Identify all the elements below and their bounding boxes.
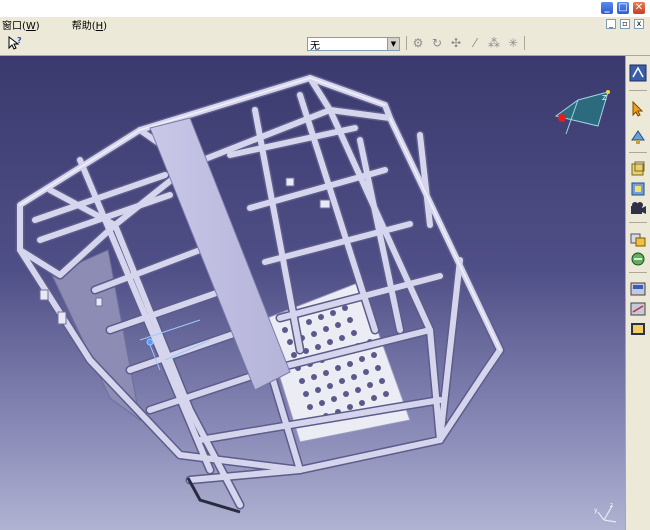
layer-filter-icon[interactable]: ⚙ <box>410 35 426 51</box>
right-toolbar-separator <box>629 152 647 153</box>
menu-help[interactable]: 帮助(H) <box>68 17 111 32</box>
close-button[interactable]: ✕ <box>632 1 646 15</box>
right-toolbar-separator <box>629 222 647 223</box>
menu-help-key: H <box>95 21 104 32</box>
measure-icon[interactable] <box>629 300 647 318</box>
toolbar-separator <box>524 36 525 50</box>
3d-viewport[interactable]: Z z y <box>0 56 625 530</box>
grid-icon[interactable]: ✳ <box>505 35 521 51</box>
doc-minimize-button[interactable]: _ <box>606 19 616 29</box>
minimize-button[interactable]: _ <box>600 1 614 15</box>
doc-close-button[interactable]: x <box>634 19 644 29</box>
layer-select-value: 无 <box>310 40 320 52</box>
help-pointer-icon[interactable]: ? <box>7 35 23 51</box>
camera-icon[interactable] <box>629 200 647 218</box>
toolbar-icon-group: ⚙ ↻ ✣ ⁄ ⁂ ✳ <box>406 35 525 51</box>
point-icon[interactable]: ✣ <box>448 35 464 51</box>
menu-window[interactable]: 窗口(W) <box>0 17 44 32</box>
svg-text:y: y <box>594 507 598 514</box>
top-toolbar: ? 无 ▼ ⚙ ↻ ✣ ⁄ ⁂ ✳ <box>0 32 650 56</box>
curve-icon[interactable]: ↻ <box>429 35 445 51</box>
render-style-icon[interactable] <box>629 180 647 198</box>
svg-text:?: ? <box>17 36 22 45</box>
right-toolbar-separator <box>629 272 647 273</box>
fly-mode-icon[interactable] <box>629 128 647 146</box>
chevron-down-icon[interactable]: ▼ <box>387 38 399 50</box>
select-arrow-icon[interactable] <box>629 100 647 118</box>
center-plate <box>149 117 291 391</box>
svg-text:Z: Z <box>602 94 607 102</box>
title-bar: _ □ ✕ <box>0 0 650 17</box>
catia-logo-icon[interactable] <box>629 64 647 82</box>
line-icon[interactable]: ⁄ <box>467 35 483 51</box>
scatter-icon[interactable]: ⁂ <box>486 35 502 51</box>
axis-system-icon: z y <box>594 502 617 523</box>
doc-window-controls: _ ▫ x <box>606 19 644 29</box>
window-controls: _ □ ✕ <box>600 1 646 15</box>
front-view-icon[interactable] <box>629 160 647 178</box>
svg-text:z: z <box>610 502 613 509</box>
frame-model <box>15 73 505 514</box>
right-toolbar <box>625 56 650 530</box>
layer-select[interactable]: 无 ▼ <box>307 37 400 52</box>
right-toolbar-separator <box>629 90 647 91</box>
doc-restore-button[interactable]: ▫ <box>620 19 630 29</box>
menu-window-key: W <box>25 21 36 32</box>
tube-frame <box>15 73 505 510</box>
scene-icon[interactable] <box>629 320 647 338</box>
maximize-button[interactable]: □ <box>616 1 630 15</box>
swap-space-icon[interactable] <box>629 250 647 268</box>
menu-help-label: 帮助 <box>71 21 92 32</box>
menu-bar: 窗口(W) 帮助(H) _ ▫ x <box>0 17 650 32</box>
toolbar-separator <box>406 36 407 50</box>
compass-icon[interactable]: Z <box>546 86 616 141</box>
analysis-icon[interactable] <box>629 280 647 298</box>
menu-window-label: 窗口 <box>2 21 22 32</box>
hide-show-icon[interactable] <box>629 230 647 248</box>
